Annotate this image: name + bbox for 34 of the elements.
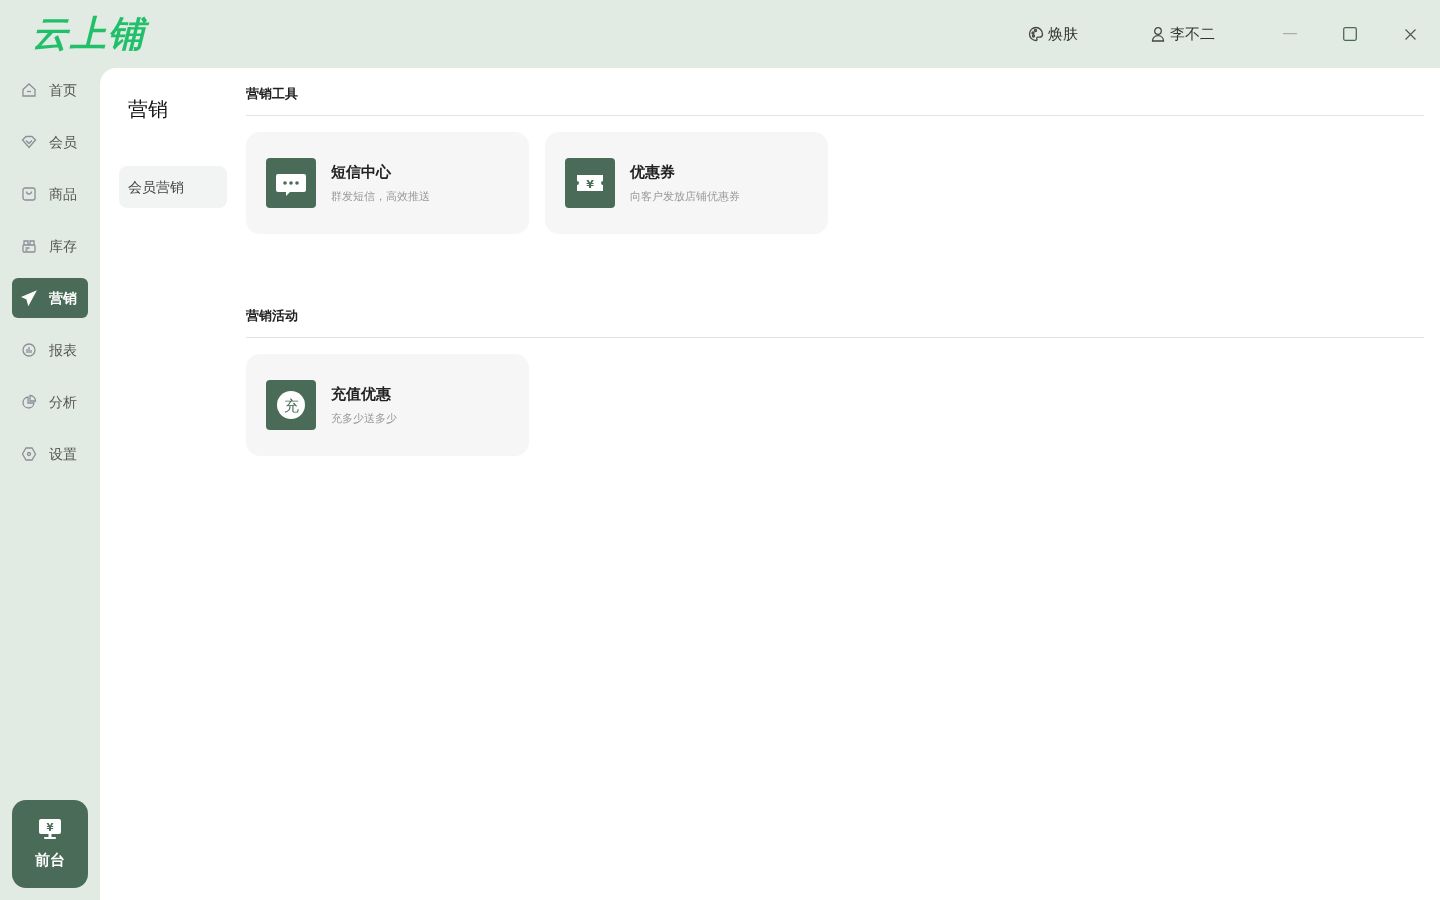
palette-icon bbox=[1028, 26, 1044, 42]
feature-card[interactable]: 充 充值优惠 充多少送多少 bbox=[246, 354, 529, 456]
bag-icon bbox=[21, 186, 37, 202]
nav-item[interactable]: 分析 bbox=[12, 382, 88, 422]
nav-item[interactable]: 营销 bbox=[12, 278, 88, 318]
user-button[interactable]: 李不二 bbox=[1150, 22, 1215, 46]
maximize-icon bbox=[1343, 27, 1357, 41]
skin-button[interactable]: 焕肤 bbox=[1028, 22, 1078, 46]
nav-item[interactable]: 会员 bbox=[12, 122, 88, 162]
nav-item[interactable]: 商品 bbox=[12, 174, 88, 214]
chat-bubble-icon bbox=[266, 158, 316, 208]
diamond-icon bbox=[21, 134, 37, 150]
gear-icon bbox=[21, 446, 37, 462]
stock-icon bbox=[21, 238, 37, 254]
submenu-item[interactable]: 会员营销 bbox=[119, 166, 227, 208]
user-icon bbox=[1150, 26, 1166, 42]
chart-icon bbox=[21, 342, 37, 358]
close-icon bbox=[1404, 28, 1416, 40]
front-desk-button[interactable]: ¥ 前台 bbox=[12, 800, 88, 888]
home-icon bbox=[21, 82, 37, 98]
send-icon bbox=[21, 290, 37, 306]
nav-item[interactable]: 设置 bbox=[12, 434, 88, 474]
nav-item[interactable]: 报表 bbox=[12, 330, 88, 370]
ticket-icon: ¥ bbox=[565, 158, 615, 208]
pie-icon bbox=[21, 394, 37, 410]
recharge-icon: 充 bbox=[266, 380, 316, 430]
feature-card[interactable]: ¥ 优惠券 向客户发放店铺优惠券 bbox=[545, 132, 828, 234]
nav-item[interactable]: 库存 bbox=[12, 226, 88, 266]
feature-card[interactable]: 短信中心 群发短信，高效推送 bbox=[246, 132, 529, 234]
section-heading: 营销活动 bbox=[246, 307, 299, 325]
minimize-icon bbox=[1283, 33, 1297, 35]
nav-item[interactable]: 首页 bbox=[12, 70, 88, 110]
section-heading: 营销工具 bbox=[246, 85, 299, 103]
section-title: 营销 bbox=[128, 96, 168, 123]
